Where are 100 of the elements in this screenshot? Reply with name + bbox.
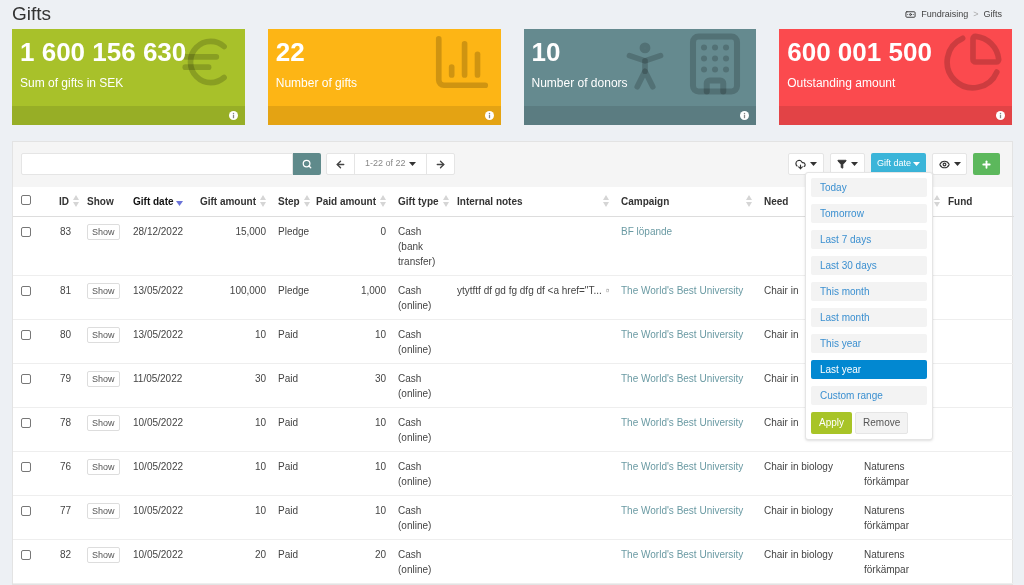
checkbox[interactable] [21, 418, 31, 428]
show-button[interactable]: Show [87, 459, 120, 475]
table-cell: Pledge [278, 285, 310, 296]
search-field[interactable] [21, 153, 293, 175]
table-cell: Paid [278, 461, 298, 472]
show-button[interactable]: Show [87, 371, 120, 387]
show-button[interactable]: Show [87, 415, 120, 431]
table-cell: Cash (online) [398, 329, 432, 355]
stat-value: 22 [275, 36, 305, 67]
table-cell: Naturens förkämpar [864, 461, 909, 487]
stat-value: 10 [531, 36, 561, 67]
show-button[interactable]: Show [87, 224, 120, 240]
table-cell: 30 [374, 373, 386, 384]
table-cell: Cash (online) [398, 549, 432, 575]
table-cell: 10 [374, 461, 386, 472]
table-cell: 80 [59, 329, 71, 340]
info-icon[interactable] [740, 110, 750, 120]
table-cell: 10 [254, 417, 266, 428]
eye-icon [938, 158, 950, 170]
caret-icon [913, 162, 920, 166]
table-cell: 82 [59, 549, 71, 560]
table-cell: 30 [254, 373, 266, 384]
table-cell: 20 [374, 549, 386, 560]
arrow-left-icon [335, 158, 346, 170]
table-cell: Chair in [764, 417, 799, 428]
column-header[interactable]: Internal notes [457, 193, 523, 209]
remove-button[interactable]: Remove [855, 411, 909, 434]
info-icon[interactable] [484, 110, 494, 120]
table-cell: Paid [278, 549, 298, 560]
table-cell: Cash (online) [398, 285, 432, 311]
table-cell: 79 [59, 373, 71, 384]
table-cell: Chair in biology [764, 549, 833, 560]
table-cell-text: ytytftf df gd fg dfg df <a href="T... [457, 284, 602, 298]
table-cell: 1,000 [360, 285, 386, 296]
table-cell: Chair in [764, 285, 799, 296]
column-header[interactable]: Show [87, 193, 114, 209]
column-header[interactable]: Gift amount [199, 193, 256, 209]
table-cell: 10/05/2022 [133, 417, 184, 428]
table-cell: 100,000 [229, 285, 266, 296]
column-header[interactable]: Gift type [398, 193, 439, 209]
table-cell: Cash (online) [398, 373, 432, 399]
money-icon [905, 8, 917, 20]
info-icon[interactable] [996, 110, 1005, 120]
filter-icon [837, 159, 847, 169]
add-button[interactable] [973, 153, 1000, 175]
stat-value: 1 600 156 630 [20, 36, 187, 67]
show-button[interactable]: Show [87, 547, 120, 563]
checkbox[interactable] [21, 227, 31, 237]
caret-icon [953, 162, 961, 166]
checkbox[interactable] [21, 194, 31, 205]
table-cell: 77 [59, 505, 71, 516]
show-button[interactable]: Show [87, 283, 120, 299]
checkbox[interactable] [21, 462, 31, 472]
column-header[interactable]: ID [59, 193, 69, 209]
stat-label: Number of donors [531, 74, 628, 92]
columns-button[interactable] [932, 153, 967, 175]
table-cell: 10/05/2022 [133, 549, 184, 560]
cloud-download-icon [795, 158, 806, 170]
date-range-option[interactable]: Last year [811, 359, 927, 379]
table-cell: Pledge [278, 226, 310, 237]
info-icon[interactable] [228, 110, 238, 120]
breadcrumb-link[interactable]: Fundraising [921, 7, 969, 21]
column-header[interactable]: Gift date [133, 193, 174, 209]
column-header[interactable]: Campaign [621, 193, 670, 209]
table-cell: 10/05/2022 [133, 461, 184, 472]
stat-label: Sum of gifts in SEK [20, 74, 124, 92]
table-cell: 81 [59, 285, 71, 296]
checkbox[interactable] [21, 330, 31, 340]
table-cell: Naturens förkämpar [864, 505, 909, 531]
arrow-right-icon [434, 158, 446, 170]
search-button[interactable] [293, 153, 321, 175]
checkbox[interactable] [21, 550, 31, 560]
checkbox[interactable] [21, 374, 31, 384]
column-header[interactable]: Fund [948, 193, 973, 209]
table-cell: Paid [278, 417, 298, 428]
table-cell: Cash (online) [398, 505, 432, 531]
checkbox[interactable] [21, 286, 31, 296]
column-header[interactable]: Step [278, 193, 300, 209]
show-button[interactable]: Show [87, 503, 120, 519]
show-button[interactable]: Show [87, 327, 120, 343]
table-cell: Cash (online) [398, 417, 432, 443]
checkbox[interactable] [21, 506, 31, 516]
table-cell: Chair in [764, 373, 799, 384]
table-cell: 76 [59, 461, 71, 472]
plus-icon [981, 158, 992, 170]
table-cell: 11/05/2022 [133, 373, 183, 384]
column-header[interactable]: Need [764, 193, 789, 209]
breadcrumb-separator: > [973, 7, 979, 21]
table-cell: 13/05/2022 [133, 285, 184, 296]
table-cell: Chair in biology [764, 505, 833, 516]
column-header[interactable]: Paid amount [316, 193, 376, 209]
export-button[interactable] [788, 153, 824, 175]
table-cell: 10/05/2022 [133, 505, 184, 516]
filter-button[interactable] [830, 153, 865, 175]
sort-desc-icon[interactable] [175, 200, 183, 206]
table-cell: 13/05/2022 [133, 329, 184, 340]
caret-icon [810, 162, 817, 166]
breadcrumb-current: Gifts [983, 7, 1002, 21]
table-cell: 10 [254, 461, 266, 472]
stat-label: Outstanding amount [787, 74, 896, 92]
